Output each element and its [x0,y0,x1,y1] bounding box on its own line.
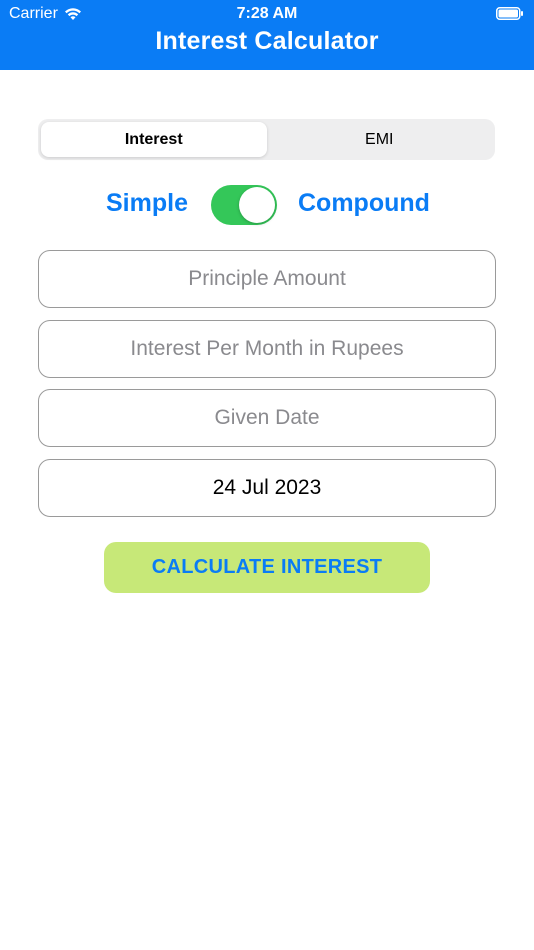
principle-amount-field [38,250,496,308]
switch-knob [239,187,275,223]
given-date-input[interactable] [39,390,495,446]
calculate-interest-button[interactable]: CALCULATE INTEREST [104,542,430,593]
battery-icon [496,7,523,20]
page-title: Interest Calculator [155,27,379,55]
interest-per-month-field [38,320,496,378]
mode-segmented-control: Interest EMI [38,119,495,160]
segment-emi[interactable]: EMI [267,122,493,157]
current-date-input[interactable] [39,460,495,516]
status-time: 7:28 AM [236,5,298,22]
interest-type-toggle-row: Simple Compound [0,183,534,227]
segment-interest[interactable]: Interest [41,122,267,157]
compound-label: Compound [298,189,430,217]
interest-per-month-input[interactable] [39,321,495,377]
simple-label: Simple [106,189,188,217]
navigation-header: Carrier 7:28 AM Interest Calculator [0,0,534,70]
principle-amount-input[interactable] [39,251,495,307]
given-date-field [38,389,496,447]
status-bar: Carrier 7:28 AM [0,0,534,28]
compound-toggle-switch[interactable] [211,185,277,225]
current-date-field [38,459,496,517]
